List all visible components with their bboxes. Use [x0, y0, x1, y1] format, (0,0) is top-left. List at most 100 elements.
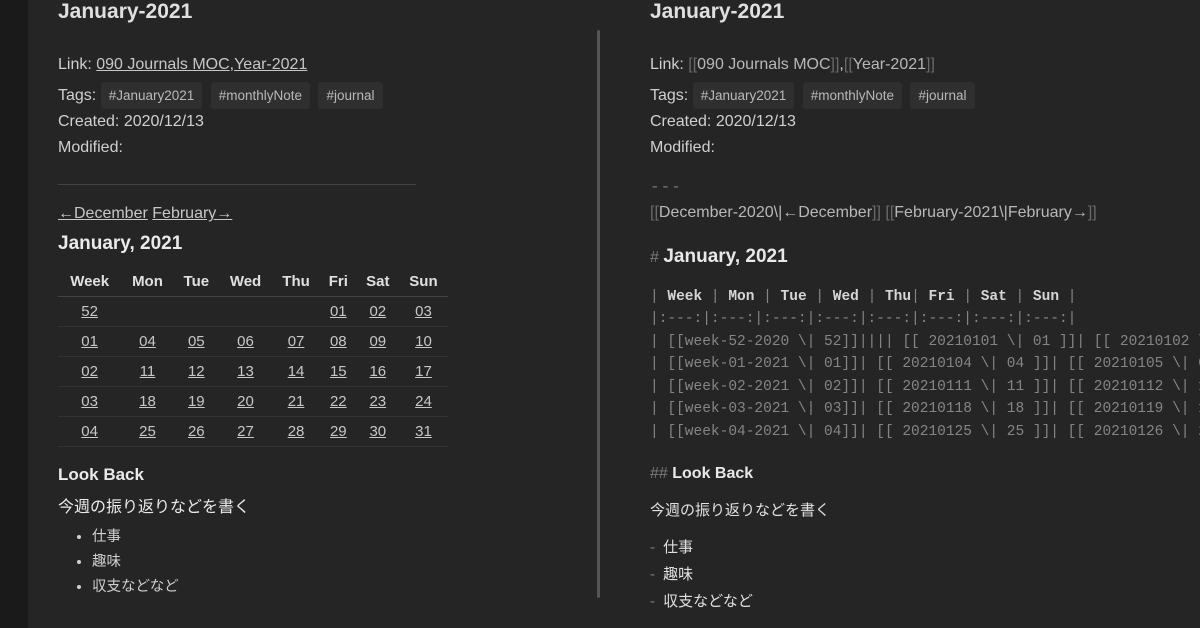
- list-item: 仕事: [92, 525, 570, 550]
- tag-january2021[interactable]: #January2021: [101, 82, 203, 110]
- calendar-header-cell: Week: [58, 267, 121, 297]
- link-year-2021[interactable]: Year-2021: [234, 56, 307, 73]
- meta-modified: Modified:: [650, 135, 1200, 161]
- link-label: Link:: [58, 56, 92, 73]
- calendar-day-link[interactable]: 30: [369, 423, 386, 440]
- source-line[interactable]: | Week | Mon | Tue | Wed | Thu| Fri | Sa…: [650, 286, 1200, 308]
- table-row: 52 01 02 03: [58, 297, 448, 327]
- h1-hash: #: [650, 249, 659, 266]
- calendar-day-link[interactable]: 18: [139, 393, 156, 410]
- calendar-day-link[interactable]: 28: [288, 423, 305, 440]
- source-line[interactable]: | [[week-04-2021 \| 04]]| [[ 20210125 \|…: [650, 421, 1200, 443]
- tag-journal[interactable]: #journal: [318, 82, 382, 110]
- calendar-head: WeekMonTueWedThuFriSatSun: [58, 267, 448, 297]
- calendar-cell: 07: [272, 327, 320, 357]
- calendar-day-link[interactable]: 20: [237, 393, 254, 410]
- tag-january2021[interactable]: #January2021: [693, 82, 795, 110]
- lookback-text: 今週の振り返りなどを書く: [650, 497, 1200, 524]
- calendar-day-link[interactable]: 31: [415, 423, 432, 440]
- calendar-cell: 02: [357, 297, 399, 327]
- calendar-cell: 16: [357, 357, 399, 387]
- calendar-day-link[interactable]: 19: [188, 393, 205, 410]
- calendar-day-link[interactable]: 02: [81, 363, 98, 380]
- nav-source[interactable]: [[December-2020\|←December]] [[February-…: [650, 200, 1200, 226]
- calendar-day-link[interactable]: 04: [81, 423, 98, 440]
- link-year-2021[interactable]: Year-2021: [853, 56, 926, 73]
- lookback-source[interactable]: 今週の振り返りなどを書く - 仕事- 趣味- 収支などなど: [650, 497, 1200, 615]
- calendar-day-link[interactable]: 26: [188, 423, 205, 440]
- nav-next-month[interactable]: February→: [152, 205, 232, 222]
- source-pane[interactable]: January-2021 Link: [[090 Journals MOC]],…: [600, 0, 1200, 628]
- list-item: 収支などなど: [92, 575, 570, 600]
- calendar-day-link[interactable]: 04: [139, 333, 156, 350]
- calendar-day-link[interactable]: 12: [188, 363, 205, 380]
- calendar-cell: [272, 297, 320, 327]
- source-line[interactable]: |:---:|:---:|:---:|:---:|:---:|:---:|:--…: [650, 308, 1200, 330]
- meta-links: Link: 090 Journals MOC,Year-2021: [58, 52, 570, 78]
- calendar-day-link[interactable]: 13: [237, 363, 254, 380]
- calendar-day-link[interactable]: 29: [330, 423, 347, 440]
- meta-created: Created: 2020/12/13: [650, 109, 1200, 135]
- calendar-day-link[interactable]: 06: [237, 333, 254, 350]
- list-item: - 趣味: [650, 561, 1200, 588]
- calendar-day-link[interactable]: 52: [81, 303, 98, 320]
- tag-journal[interactable]: #journal: [910, 82, 974, 110]
- calendar-cell: 24: [399, 387, 448, 417]
- tag-monthlynote[interactable]: #monthlyNote: [803, 82, 902, 110]
- link-journals-moc[interactable]: 090 Journals MOC: [96, 56, 229, 73]
- calendar-day-link[interactable]: 15: [330, 363, 347, 380]
- source-line[interactable]: | [[week-03-2021 \| 03]]| [[ 20210118 \|…: [650, 398, 1200, 420]
- calendar-day-link[interactable]: 11: [140, 363, 156, 380]
- lookback-heading: Look Back: [58, 465, 570, 485]
- lookback-text: 今週の振り返りなどを書く: [58, 493, 570, 517]
- created-label: Created:: [650, 113, 711, 130]
- calendar-cell: 27: [219, 417, 272, 447]
- calendar-cell: 17: [399, 357, 448, 387]
- list-item: 趣味: [92, 550, 570, 575]
- calendar-cell: [121, 297, 173, 327]
- lookback-list: 仕事趣味収支などなど: [92, 525, 570, 599]
- meta-tags: Tags: #January2021 #monthlyNote #journal: [58, 82, 570, 110]
- calendar-cell: [174, 297, 219, 327]
- tags-label: Tags:: [650, 87, 688, 104]
- created-label: Created:: [58, 113, 119, 130]
- calendar-day-link[interactable]: 16: [369, 363, 386, 380]
- list-item: - 仕事: [650, 534, 1200, 561]
- calendar-cell: 08: [320, 327, 357, 357]
- nav-prev-month[interactable]: ←December: [58, 205, 148, 222]
- calendar-cell: 20: [219, 387, 272, 417]
- calendar-day-link[interactable]: 08: [330, 333, 347, 350]
- calendar-day-link[interactable]: 01: [330, 303, 347, 320]
- table-row: 04 25 26 27 28 29 30 31: [58, 417, 448, 447]
- calendar-day-link[interactable]: 05: [188, 333, 205, 350]
- calendar-day-link[interactable]: 23: [369, 393, 386, 410]
- calendar-day-link[interactable]: 02: [369, 303, 386, 320]
- source-line[interactable]: | [[week-01-2021 \| 01]]| [[ 20210104 \|…: [650, 353, 1200, 375]
- calendar-cell: 03: [58, 387, 121, 417]
- calendar-day-link[interactable]: 17: [415, 363, 432, 380]
- created-value: 2020/12/13: [716, 113, 796, 130]
- link-journals-moc[interactable]: 090 Journals MOC: [697, 56, 830, 73]
- calendar-day-link[interactable]: 09: [369, 333, 386, 350]
- calendar-table: WeekMonTueWedThuFriSatSun 52 01 02 03 01 04 05…: [58, 267, 448, 447]
- calendar-day-link[interactable]: 21: [288, 393, 305, 410]
- tag-monthlynote[interactable]: #monthlyNote: [211, 82, 310, 110]
- calendar-day-link[interactable]: 10: [415, 333, 432, 350]
- meta-tags: Tags: #January2021 #monthlyNote #journal: [650, 82, 1200, 110]
- calendar-day-link[interactable]: 22: [330, 393, 347, 410]
- source-line[interactable]: | [[week-52-2020 \| 52]]|||| [[ 20210101…: [650, 331, 1200, 353]
- calendar-day-link[interactable]: 03: [81, 393, 98, 410]
- calendar-day-link[interactable]: 24: [415, 393, 432, 410]
- h1-source: # January, 2021: [650, 246, 1200, 268]
- calendar-day-link[interactable]: 01: [81, 333, 98, 350]
- modified-label: Modified:: [58, 139, 123, 156]
- calendar-day-link[interactable]: 27: [237, 423, 254, 440]
- calendar-cell: 15: [320, 357, 357, 387]
- calendar-day-link[interactable]: 25: [139, 423, 156, 440]
- calendar-day-link[interactable]: 14: [288, 363, 305, 380]
- calendar-day-link[interactable]: 03: [415, 303, 432, 320]
- h1-text: January, 2021: [663, 246, 787, 267]
- markdown-table-source[interactable]: | Week | Mon | Tue | Wed | Thu| Fri | Sa…: [650, 286, 1200, 443]
- calendar-day-link[interactable]: 07: [288, 333, 305, 350]
- source-line[interactable]: | [[week-02-2021 \| 02]]| [[ 20210111 \|…: [650, 376, 1200, 398]
